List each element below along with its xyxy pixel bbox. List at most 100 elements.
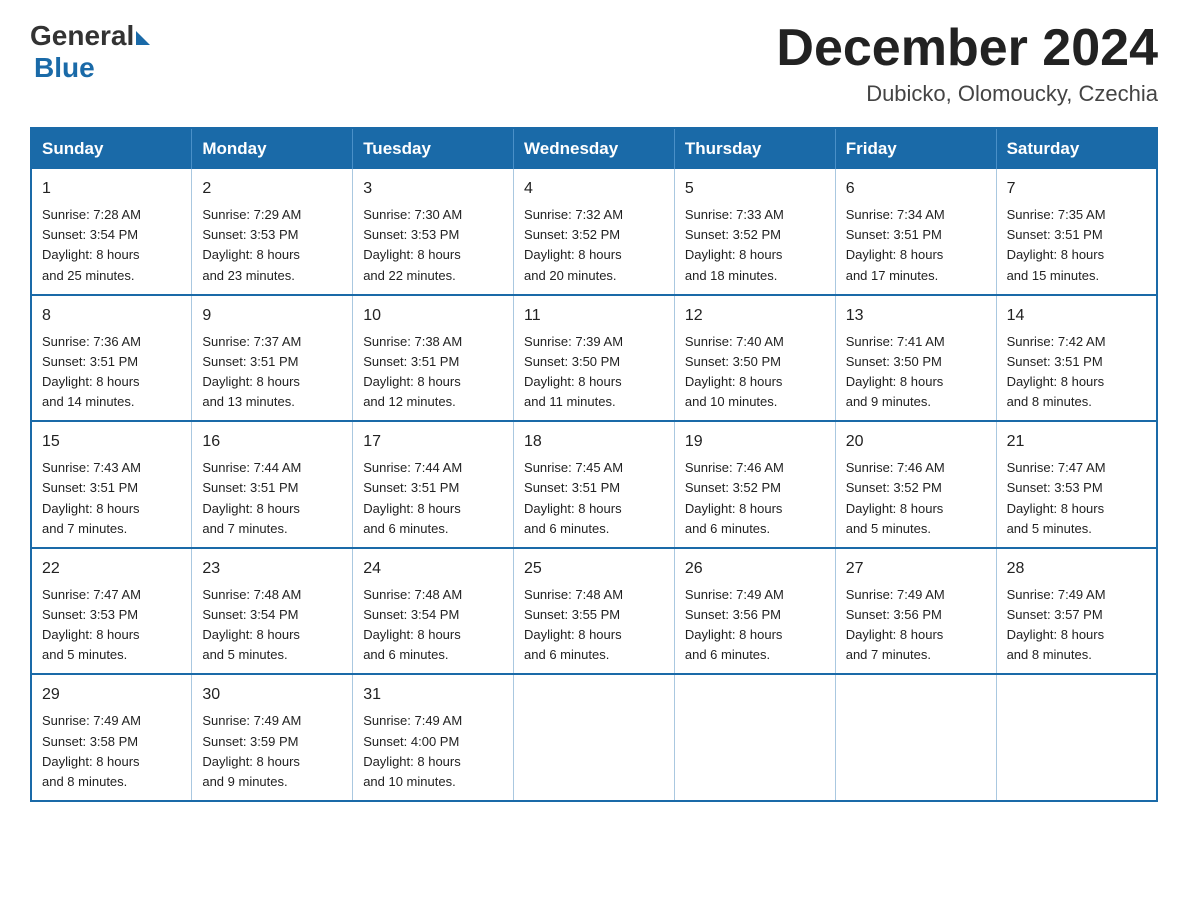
calendar-week-3: 15 Sunrise: 7:43 AMSunset: 3:51 PMDayligh…: [31, 421, 1157, 548]
day-info: Sunrise: 7:37 AMSunset: 3:51 PMDaylight:…: [202, 332, 342, 413]
day-number: 24: [363, 557, 503, 581]
day-number: 7: [1007, 177, 1146, 201]
calendar-cell: [835, 674, 996, 801]
day-number: 13: [846, 304, 986, 328]
calendar-cell: 1Sunrise: 7:28 AMSunset: 3:54 PMDaylight…: [31, 169, 192, 295]
day-number: 19: [685, 430, 825, 454]
day-number: 11: [524, 304, 664, 328]
calendar-cell: 14Sunrise: 7:42 AMSunset: 3:51 PMDayligh…: [996, 295, 1157, 422]
calendar-cell: 6 Sunrise: 7:34 AMSunset: 3:51 PMDaylight…: [835, 169, 996, 295]
day-number: 22: [42, 557, 181, 581]
day-number: 16: [202, 430, 342, 454]
day-info: Sunrise: 7:48 AMSunset: 3:55 PMDaylight:…: [524, 585, 664, 666]
weekday-header-sunday: Sunday: [31, 128, 192, 169]
day-number: 18: [524, 430, 664, 454]
day-info: Sunrise: 7:30 AMSunset: 3:53 PMDaylight:…: [363, 205, 503, 286]
day-info: Sunrise: 7:48 AMSunset: 3:54 PMDaylight:…: [202, 585, 342, 666]
calendar-cell: 13 Sunrise: 7:41 AMSunset: 3:50 PMDayligh…: [835, 295, 996, 422]
day-number: 4: [524, 177, 664, 201]
weekday-header-tuesday: Tuesday: [353, 128, 514, 169]
day-number: 6: [846, 177, 986, 201]
calendar-cell: 4 Sunrise: 7:32 AMSunset: 3:52 PMDaylight…: [514, 169, 675, 295]
day-info: Sunrise: 7:41 AMSunset: 3:50 PMDaylight:…: [846, 332, 986, 413]
day-info: Sunrise: 7:44 AMSunset: 3:51 PMDaylight:…: [363, 458, 503, 539]
calendar-cell: 7 Sunrise: 7:35 AMSunset: 3:51 PMDaylight…: [996, 169, 1157, 295]
day-number: 15: [42, 430, 181, 454]
day-info: Sunrise: 7:34 AMSunset: 3:51 PMDaylight:…: [846, 205, 986, 286]
day-info: Sunrise: 7:49 AMSunset: 3:56 PMDaylight:…: [846, 585, 986, 666]
calendar-cell: 20Sunrise: 7:46 AMSunset: 3:52 PMDayligh…: [835, 421, 996, 548]
day-number: 23: [202, 557, 342, 581]
day-info: Sunrise: 7:42 AMSunset: 3:51 PMDaylight:…: [1007, 332, 1146, 413]
day-number: 25: [524, 557, 664, 581]
day-info: Sunrise: 7:49 AMSunset: 3:59 PMDaylight:…: [202, 711, 342, 792]
location-title: Dubicko, Olomoucky, Czechia: [776, 81, 1158, 107]
calendar-cell: 5 Sunrise: 7:33 AMSunset: 3:52 PMDaylight…: [674, 169, 835, 295]
day-info: Sunrise: 7:45 AMSunset: 3:51 PMDaylight:…: [524, 458, 664, 539]
calendar-cell: 21Sunrise: 7:47 AMSunset: 3:53 PMDayligh…: [996, 421, 1157, 548]
calendar-cell: 28 Sunrise: 7:49 AMSunset: 3:57 PMDayligh…: [996, 548, 1157, 675]
day-info: Sunrise: 7:35 AMSunset: 3:51 PMDaylight:…: [1007, 205, 1146, 286]
day-info: Sunrise: 7:47 AMSunset: 3:53 PMDaylight:…: [42, 585, 181, 666]
day-info: Sunrise: 7:32 AMSunset: 3:52 PMDaylight:…: [524, 205, 664, 286]
logo-blue: Blue: [34, 52, 95, 83]
calendar-cell: 27Sunrise: 7:49 AMSunset: 3:56 PMDayligh…: [835, 548, 996, 675]
day-info: Sunrise: 7:46 AMSunset: 3:52 PMDaylight:…: [685, 458, 825, 539]
day-number: 28: [1007, 557, 1146, 581]
month-title: December 2024: [776, 20, 1158, 77]
calendar-cell: [674, 674, 835, 801]
day-info: Sunrise: 7:39 AMSunset: 3:50 PMDaylight:…: [524, 332, 664, 413]
day-info: Sunrise: 7:28 AMSunset: 3:54 PMDaylight:…: [42, 205, 181, 286]
day-info: Sunrise: 7:29 AMSunset: 3:53 PMDaylight:…: [202, 205, 342, 286]
day-info: Sunrise: 7:46 AMSunset: 3:52 PMDaylight:…: [846, 458, 986, 539]
day-info: Sunrise: 7:43 AMSunset: 3:51 PMDaylight:…: [42, 458, 181, 539]
day-number: 26: [685, 557, 825, 581]
day-number: 31: [363, 683, 503, 707]
title-area: December 2024 Dubicko, Olomoucky, Czechi…: [776, 20, 1158, 107]
day-info: Sunrise: 7:48 AMSunset: 3:54 PMDaylight:…: [363, 585, 503, 666]
weekday-header-friday: Friday: [835, 128, 996, 169]
logo-general: General: [30, 20, 134, 52]
day-number: 2: [202, 177, 342, 201]
day-number: 17: [363, 430, 503, 454]
calendar-cell: 17 Sunrise: 7:44 AMSunset: 3:51 PMDayligh…: [353, 421, 514, 548]
calendar-cell: 19 Sunrise: 7:46 AMSunset: 3:52 PMDayligh…: [674, 421, 835, 548]
calendar-cell: 2 Sunrise: 7:29 AMSunset: 3:53 PMDaylight…: [192, 169, 353, 295]
calendar-cell: 12 Sunrise: 7:40 AMSunset: 3:50 PMDayligh…: [674, 295, 835, 422]
calendar-week-1: 1Sunrise: 7:28 AMSunset: 3:54 PMDaylight…: [31, 169, 1157, 295]
day-info: Sunrise: 7:40 AMSunset: 3:50 PMDaylight:…: [685, 332, 825, 413]
weekday-header-row: SundayMondayTuesdayWednesdayThursdayFrid…: [31, 128, 1157, 169]
calendar-cell: 30 Sunrise: 7:49 AMSunset: 3:59 PMDayligh…: [192, 674, 353, 801]
day-number: 30: [202, 683, 342, 707]
weekday-header-thursday: Thursday: [674, 128, 835, 169]
day-info: Sunrise: 7:36 AMSunset: 3:51 PMDaylight:…: [42, 332, 181, 413]
logo-arrow-icon: [136, 31, 150, 45]
day-number: 8: [42, 304, 181, 328]
day-info: Sunrise: 7:49 AMSunset: 3:57 PMDaylight:…: [1007, 585, 1146, 666]
calendar-cell: 18 Sunrise: 7:45 AMSunset: 3:51 PMDayligh…: [514, 421, 675, 548]
calendar-cell: 24 Sunrise: 7:48 AMSunset: 3:54 PMDayligh…: [353, 548, 514, 675]
weekday-header-wednesday: Wednesday: [514, 128, 675, 169]
day-number: 12: [685, 304, 825, 328]
day-number: 5: [685, 177, 825, 201]
calendar-week-4: 22 Sunrise: 7:47 AMSunset: 3:53 PMDayligh…: [31, 548, 1157, 675]
logo-text: General: [30, 20, 150, 52]
calendar-cell: 16Sunrise: 7:44 AMSunset: 3:51 PMDayligh…: [192, 421, 353, 548]
calendar-week-5: 29Sunrise: 7:49 AMSunset: 3:58 PMDayligh…: [31, 674, 1157, 801]
day-info: Sunrise: 7:47 AMSunset: 3:53 PMDaylight:…: [1007, 458, 1146, 539]
calendar-cell: 10 Sunrise: 7:38 AMSunset: 3:51 PMDayligh…: [353, 295, 514, 422]
day-info: Sunrise: 7:33 AMSunset: 3:52 PMDaylight:…: [685, 205, 825, 286]
calendar-cell: [996, 674, 1157, 801]
calendar-cell: 22 Sunrise: 7:47 AMSunset: 3:53 PMDayligh…: [31, 548, 192, 675]
calendar-week-2: 8 Sunrise: 7:36 AMSunset: 3:51 PMDaylight…: [31, 295, 1157, 422]
calendar-table: SundayMondayTuesdayWednesdayThursdayFrid…: [30, 127, 1158, 802]
weekday-header-monday: Monday: [192, 128, 353, 169]
day-info: Sunrise: 7:49 AMSunset: 3:56 PMDaylight:…: [685, 585, 825, 666]
day-info: Sunrise: 7:38 AMSunset: 3:51 PMDaylight:…: [363, 332, 503, 413]
calendar-cell: 15 Sunrise: 7:43 AMSunset: 3:51 PMDayligh…: [31, 421, 192, 548]
calendar-cell: 29Sunrise: 7:49 AMSunset: 3:58 PMDayligh…: [31, 674, 192, 801]
calendar-cell: 3Sunrise: 7:30 AMSunset: 3:53 PMDaylight…: [353, 169, 514, 295]
calendar-cell: [514, 674, 675, 801]
weekday-header-saturday: Saturday: [996, 128, 1157, 169]
day-number: 10: [363, 304, 503, 328]
